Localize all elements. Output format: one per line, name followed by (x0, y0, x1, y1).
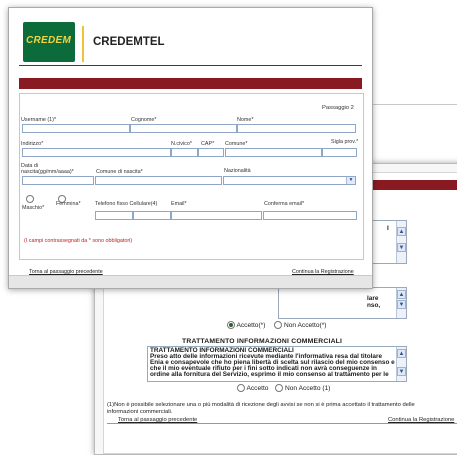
maschio-radio[interactable] (26, 195, 34, 203)
scrollbar[interactable]: ▲ ▼ (396, 221, 406, 263)
maschio-label: Maschio* (22, 205, 45, 211)
data-nascita-input[interactable] (22, 176, 94, 185)
logo-divider (82, 26, 84, 62)
nome-label: Nome* (237, 117, 254, 123)
conferma-email-label: Conferma email* (264, 201, 305, 207)
data-nascita-label: Data di nascita(gg/mm/aaaa)* (21, 163, 74, 175)
consent-radio-group-1: Accetto(*) Non Accetto(*) (227, 321, 326, 329)
credem-logo: CREDEM (23, 22, 75, 62)
email-label: Email* (171, 201, 187, 207)
scroll-up-icon[interactable]: ▲ (397, 349, 406, 358)
non-accetto-label: Non Accetto(*) (283, 321, 327, 329)
textbox-line: nso, (367, 302, 381, 309)
civico-input[interactable] (171, 148, 198, 157)
indirizzo-label: Indirizzo* (21, 141, 44, 147)
non-accetto-radio[interactable] (274, 321, 283, 329)
scroll-up-icon[interactable]: ▲ (397, 290, 406, 299)
nome-input[interactable] (237, 124, 356, 133)
non-accetto-radio[interactable] (275, 384, 284, 392)
brand-title: CREDEMTEL (93, 36, 165, 48)
chevron-down-icon: ▼ (346, 177, 355, 184)
comune-nascita-label: Comune di nascita* (96, 169, 143, 175)
prov-input[interactable] (322, 148, 357, 157)
nazionalita-label: Nazionalità (224, 168, 251, 174)
logo-text: CREDEM (26, 35, 72, 46)
username-input[interactable] (22, 124, 130, 133)
telefono-fisso-input[interactable] (95, 211, 133, 220)
cognome-label: Cognome* (131, 117, 157, 123)
email-input[interactable] (171, 211, 262, 220)
femmina-label: Femmina* (56, 201, 81, 207)
scrollbar[interactable]: ▲ ▼ (396, 347, 406, 381)
indirizzo-input[interactable] (22, 148, 171, 157)
cognome-input[interactable] (130, 124, 237, 133)
conferma-email-input[interactable] (263, 211, 357, 220)
back-link[interactable]: Torna al passaggio precedente (118, 417, 197, 423)
comune-nascita-input[interactable] (95, 176, 222, 185)
scroll-down-icon[interactable]: ▼ (397, 243, 406, 252)
commercial-info-heading: TRATTAMENTO INFORMAZIONI COMMERCIALI (182, 338, 343, 345)
civico-label: N.civico* (171, 141, 192, 147)
cap-label: CAP* (201, 141, 215, 147)
header-bar (19, 78, 362, 89)
nazionalita-select[interactable]: ▼ (223, 176, 356, 185)
continue-link[interactable]: Continua la Registrazione (388, 417, 454, 423)
divider (107, 423, 457, 424)
textbox-fragment: I (387, 225, 389, 232)
privacy-textbox-2[interactable]: lare nso, ▲ ▼ (278, 287, 407, 319)
required-fields-note: (I campi contrassegnati da * sono obblig… (24, 238, 133, 244)
commercial-info-textbox[interactable]: TRATTAMENTO INFORMAZIONI COMMERCIALI Pre… (147, 346, 407, 382)
footnote-line: (1)Non è possibile selezionare una o più… (107, 402, 415, 408)
username-label: Username (1)* (21, 117, 57, 123)
footnote-line: informazioni commerciali. (107, 409, 173, 415)
footnote: (1)Non è possibile selezionare una o più… (107, 402, 457, 416)
divider-line (372, 104, 457, 105)
comune-label: Comune* (225, 141, 248, 147)
scrollbar[interactable]: ▲ ▼ (396, 288, 406, 318)
accetto-label: Accetto(*) (236, 321, 266, 329)
comune-input[interactable] (225, 148, 322, 157)
cellulare-input[interactable] (133, 211, 171, 220)
accetto-label: Accetto (246, 384, 269, 392)
front-registration-window: CREDEM CREDEMTEL Passaggio 2 Username (1… (8, 7, 373, 289)
scroll-down-icon[interactable]: ▼ (397, 300, 406, 309)
telefono-label: Telefono fisso Cellulare(4) (95, 201, 158, 207)
non-accetto-label: Non Accetto (1) (285, 384, 331, 392)
scroll-up-icon[interactable]: ▲ (397, 227, 406, 236)
accetto-radio[interactable] (227, 321, 235, 329)
accetto-radio[interactable] (237, 384, 245, 392)
cap-input[interactable] (198, 148, 224, 157)
window-footer (9, 275, 372, 288)
header-divider (19, 65, 362, 66)
consent-radio-group-2: Accetto Non Accetto (1) (237, 384, 330, 392)
scroll-down-icon[interactable]: ▼ (397, 367, 406, 376)
textbox-line: ordine alla fornitura del Servizio, espr… (150, 371, 389, 378)
prov-label: Sigla prov.* (331, 139, 359, 145)
step-indicator: Passaggio 2 (322, 105, 354, 111)
